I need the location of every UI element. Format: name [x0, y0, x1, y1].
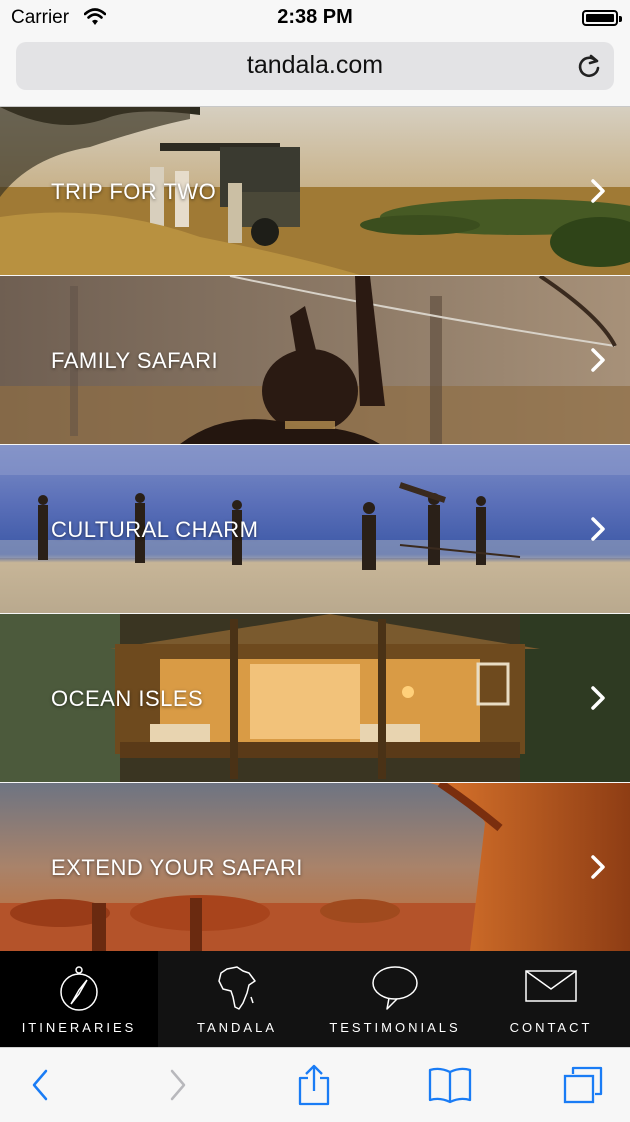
bookmarks-button[interactable]: [410, 1048, 490, 1122]
tab-label: CONTACT: [509, 1020, 593, 1035]
share-icon: [298, 1064, 330, 1106]
banner-trip-for-two[interactable]: TRIP FOR TWO: [0, 107, 630, 275]
tab-label: ITINERARIES: [21, 1020, 137, 1035]
bookmarks-icon: [428, 1067, 472, 1104]
address-bar[interactable]: tandala.com: [16, 42, 614, 90]
chevron-right-icon: [591, 179, 605, 203]
chevron-right-icon: [591, 855, 605, 879]
banner-label: EXTEND YOUR SAFARI: [51, 855, 303, 880]
banner-extend-your-safari[interactable]: EXTEND YOUR SAFARI: [0, 783, 630, 951]
back-button[interactable]: [0, 1048, 80, 1122]
itinerary-list: TRIP FOR TWO FAMILY SAFARI CULTURAL CHAR…: [0, 107, 630, 951]
banner-ocean-isles[interactable]: OCEAN ISLES: [0, 614, 630, 782]
banner-label: CULTURAL CHARM: [51, 517, 259, 542]
tabs-button[interactable]: [543, 1048, 623, 1122]
banner-cultural-charm[interactable]: CULTURAL CHARM: [0, 445, 630, 613]
app-tab-bar: ITINERARIES TANDALA TESTIMONIALS CONTACT: [0, 951, 630, 1047]
forward-button[interactable]: [138, 1048, 218, 1122]
chevron-right-icon: [591, 686, 605, 710]
speech-bubble-icon: [372, 966, 418, 1010]
tab-label: TESTIMONIALS: [329, 1020, 461, 1035]
banner-label: OCEAN ISLES: [51, 686, 204, 711]
compass-icon: [60, 966, 98, 1011]
forward-icon: [170, 1069, 186, 1101]
tab-label: TANDALA: [197, 1020, 277, 1035]
envelope-icon: [525, 970, 577, 1002]
tab-tandala[interactable]: TANDALA: [158, 951, 316, 1047]
status-bar: Carrier 2:38 PM: [0, 0, 630, 36]
reload-icon[interactable]: [576, 53, 602, 79]
battery-icon: [582, 10, 622, 26]
banner-label: FAMILY SAFARI: [51, 348, 219, 373]
chevron-right-icon: [591, 517, 605, 541]
back-icon: [32, 1069, 48, 1101]
africa-map-icon: [218, 966, 256, 1010]
tab-testimonials[interactable]: TESTIMONIALS: [316, 951, 474, 1047]
safari-toolbar: [0, 1047, 630, 1121]
tab-itineraries[interactable]: ITINERARIES: [0, 951, 158, 1047]
share-button[interactable]: [274, 1048, 354, 1122]
chevron-right-icon: [591, 348, 605, 372]
banner-label: TRIP FOR TWO: [51, 179, 217, 204]
clock: 2:38 PM: [277, 6, 353, 28]
tabs-icon: [563, 1066, 603, 1104]
banner-family-safari[interactable]: FAMILY SAFARI: [0, 276, 630, 444]
url-text[interactable]: tandala.com: [16, 51, 614, 80]
tab-contact[interactable]: CONTACT: [472, 951, 630, 1047]
